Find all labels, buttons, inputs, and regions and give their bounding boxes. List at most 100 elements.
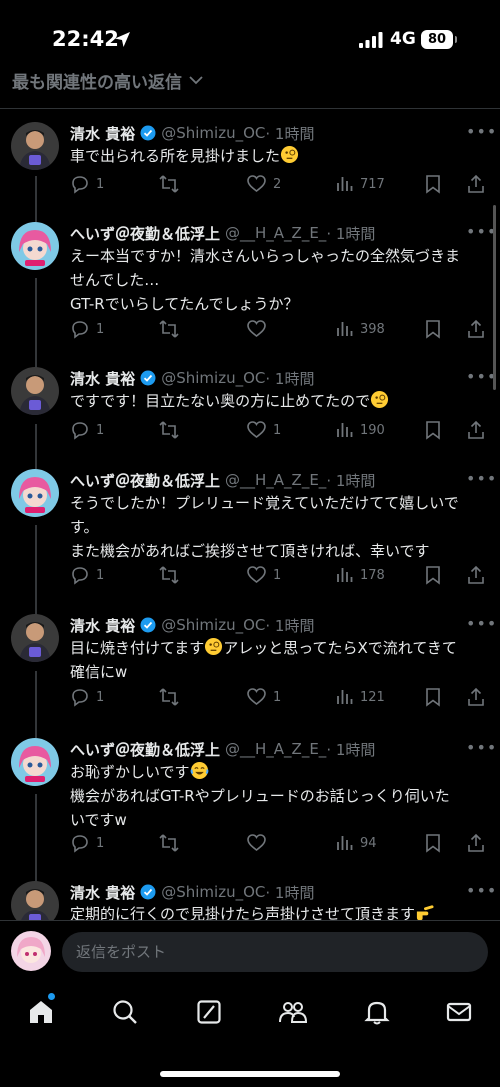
author-handle[interactable]: @__H_A_Z_E_ (225, 740, 326, 758)
more-options-icon[interactable]: ••• (466, 881, 497, 900)
author-name[interactable]: へいず＠夜勤＆低浮上 (70, 739, 220, 760)
reply-sort-dropdown[interactable]: 最も関連性の高い返信 (12, 66, 204, 94)
share-button[interactable] (466, 685, 486, 709)
author-name[interactable]: 清水 貴裕 (70, 882, 135, 903)
views-button[interactable]: 178 (336, 563, 385, 587)
share-button[interactable] (466, 831, 486, 855)
author-name[interactable]: 清水 貴裕 (70, 123, 135, 144)
reply-tweet[interactable]: 清水 貴裕 @Shimizu_OC · 1時間 ••• 車で出られる所を見掛けま… (0, 122, 500, 212)
reply-button[interactable]: 1 (70, 685, 104, 709)
views-button[interactable]: 190 (336, 418, 385, 442)
avatar[interactable] (11, 367, 59, 415)
like-button[interactable] (246, 317, 273, 341)
repost-button[interactable] (158, 563, 186, 587)
reply-tweet[interactable]: 清水 貴裕 @Shimizu_OC · 1時間 ••• 定期的に行くので見掛けた… (0, 881, 500, 921)
bookmark-button[interactable] (424, 172, 442, 196)
tweet-time[interactable]: · 1時間 (265, 123, 314, 144)
author-handle[interactable]: @__H_A_Z_E_ (225, 471, 326, 489)
views-button[interactable]: 717 (336, 172, 385, 196)
author-handle[interactable]: @__H_A_Z_E_ (225, 224, 326, 242)
search-icon (113, 1000, 137, 1024)
tweet-time[interactable]: · 1時間 (265, 368, 314, 389)
share-button[interactable] (466, 418, 486, 442)
more-options-icon[interactable]: ••• (466, 614, 497, 633)
like-button[interactable]: 2 (246, 172, 281, 196)
tab-search[interactable] (109, 996, 141, 1028)
author-handle[interactable]: @Shimizu_OC (161, 883, 265, 901)
tweet-time[interactable]: · 1時間 (265, 615, 314, 636)
repost-icon (159, 566, 179, 584)
repost-button[interactable] (158, 172, 186, 196)
like-button[interactable]: 1 (246, 685, 281, 709)
reply-button[interactable]: 1 (70, 418, 104, 442)
avatar[interactable] (11, 122, 59, 170)
author-name[interactable]: へいず＠夜勤＆低浮上 (70, 223, 220, 244)
tweet-time[interactable]: · 1時間 (265, 882, 314, 903)
like-button[interactable]: 1 (246, 418, 281, 442)
more-options-icon[interactable]: ••• (466, 122, 497, 141)
bookmark-button[interactable] (424, 418, 442, 442)
bookmark-button[interactable] (424, 831, 442, 855)
reply-icon (72, 176, 88, 194)
repost-button[interactable] (158, 317, 186, 341)
tab-grok[interactable] (193, 996, 225, 1028)
author-name[interactable]: へいず＠夜勤＆低浮上 (70, 470, 220, 491)
avatar[interactable] (11, 469, 59, 517)
tab-communities[interactable] (277, 996, 309, 1028)
reply-tweet[interactable]: へいず＠夜勤＆低浮上 @__H_A_Z_E_ · 1時間 ••• えー本当ですか… (0, 222, 500, 352)
tweet-time[interactable]: · 1時間 (326, 739, 375, 760)
reply-composer: 返信をポスト (0, 920, 500, 980)
tab-home[interactable] (25, 996, 57, 1028)
like-button[interactable]: 1 (246, 563, 281, 587)
tweet-header: へいず＠夜勤＆低浮上 @__H_A_Z_E_ · 1時間 (70, 738, 375, 760)
repost-button[interactable] (158, 831, 186, 855)
like-button[interactable] (246, 831, 273, 855)
reply-button[interactable]: 1 (70, 317, 104, 341)
views-button[interactable]: 94 (336, 831, 377, 855)
tweet-time[interactable]: · 1時間 (326, 223, 375, 244)
avatar[interactable] (11, 738, 59, 786)
author-name[interactable]: 清水 貴裕 (70, 615, 135, 636)
verified-badge-icon (140, 617, 156, 633)
reply-button[interactable]: 1 (70, 172, 104, 196)
tweet-actions: 1 398 (70, 317, 490, 341)
notifications-icon (364, 1001, 390, 1025)
scrollbar[interactable] (493, 205, 496, 390)
repost-button[interactable] (158, 418, 186, 442)
bookmark-button[interactable] (424, 685, 442, 709)
share-icon (468, 833, 484, 852)
more-options-icon[interactable]: ••• (466, 738, 497, 757)
share-button[interactable] (466, 563, 486, 587)
author-handle[interactable]: @Shimizu_OC (161, 616, 265, 634)
avatar[interactable] (11, 614, 59, 662)
tweet-time[interactable]: · 1時間 (326, 470, 375, 491)
laughing-tears-emoji (190, 761, 209, 780)
avatar[interactable] (11, 881, 59, 921)
avatar[interactable] (11, 222, 59, 270)
analytics-icon (337, 690, 353, 704)
my-avatar[interactable] (11, 931, 51, 971)
views-button[interactable]: 398 (336, 317, 385, 341)
share-button[interactable] (466, 172, 486, 196)
author-handle[interactable]: @Shimizu_OC (161, 124, 265, 142)
reply-tweet[interactable]: へいず＠夜勤＆低浮上 @__H_A_Z_E_ · 1時間 ••• お恥ずかしいで… (0, 738, 500, 868)
share-button[interactable] (466, 317, 486, 341)
tab-messages[interactable] (443, 996, 475, 1028)
bookmark-button[interactable] (424, 317, 442, 341)
bookmark-button[interactable] (424, 563, 442, 587)
reply-tweet[interactable]: へいず＠夜勤＆低浮上 @__H_A_Z_E_ · 1時間 ••• そうでしたか！… (0, 469, 500, 599)
monocle-face-emoji (370, 390, 389, 409)
reply-input[interactable]: 返信をポスト (62, 932, 488, 972)
more-options-icon[interactable]: ••• (466, 469, 497, 488)
reply-button[interactable]: 1 (70, 831, 104, 855)
repost-button[interactable] (158, 685, 186, 709)
author-handle[interactable]: @Shimizu_OC (161, 369, 265, 387)
messages-icon (446, 1002, 472, 1022)
author-name[interactable]: 清水 貴裕 (70, 368, 135, 389)
reply-tweet[interactable]: 清水 貴裕 @Shimizu_OC · 1時間 ••• 目に焼き付けてます アレッ… (0, 614, 500, 726)
views-button[interactable]: 121 (336, 685, 385, 709)
reply-tweet[interactable]: 清水 貴裕 @Shimizu_OC · 1時間 ••• ですです！目立たない奥の… (0, 367, 500, 457)
tab-notifications[interactable] (361, 996, 393, 1028)
reply-button[interactable]: 1 (70, 563, 104, 587)
home-notification-dot (48, 993, 55, 1000)
